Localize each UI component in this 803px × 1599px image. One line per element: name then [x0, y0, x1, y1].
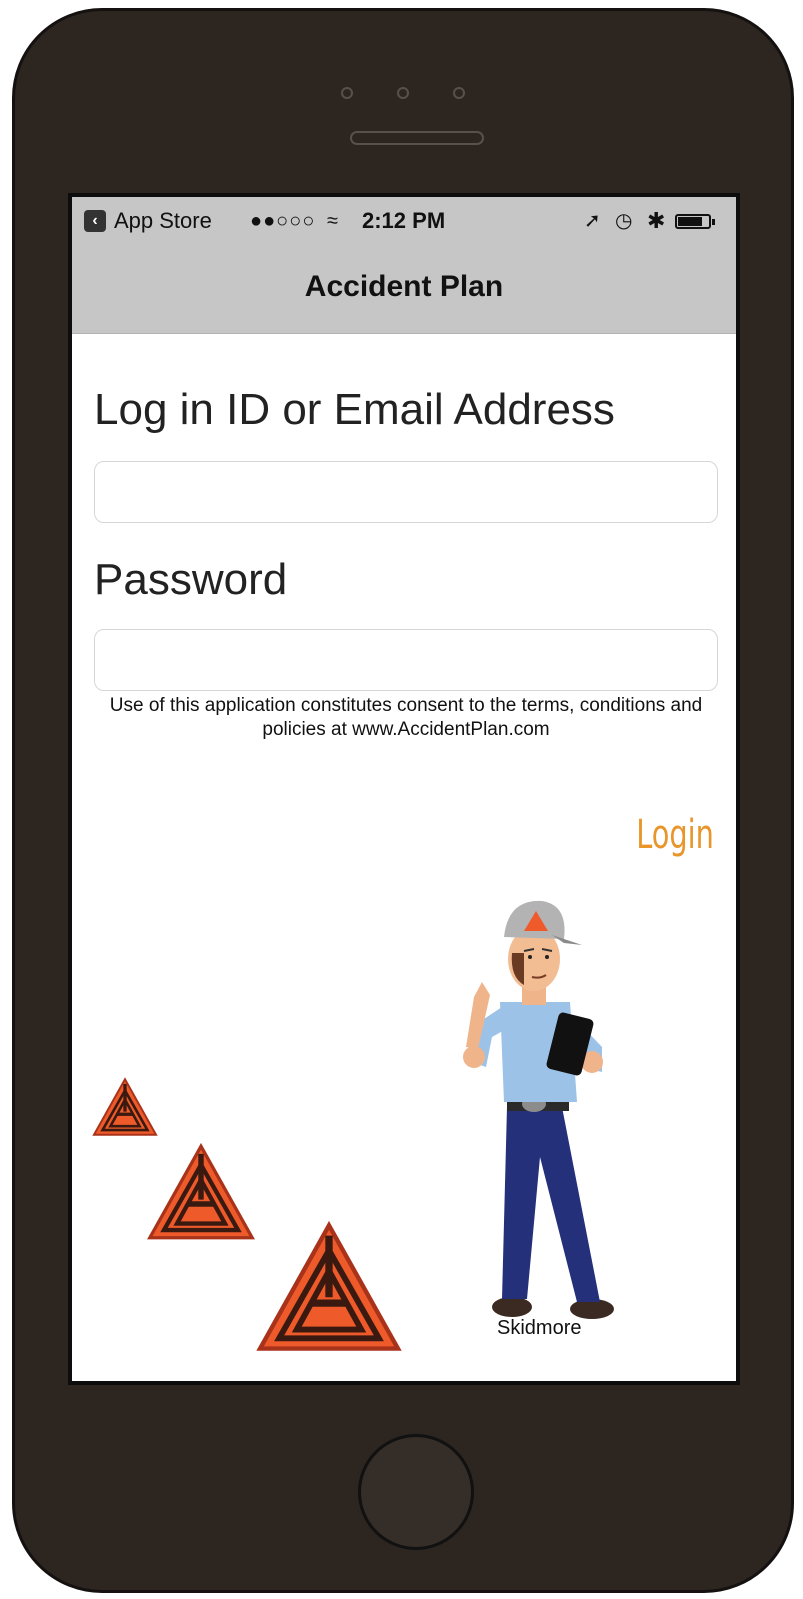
- status-time: 2:12 PM: [362, 208, 446, 233]
- login-id-label: Log in ID or Email Address: [94, 385, 615, 434]
- alarm-icon: ◷: [615, 210, 633, 232]
- password-input[interactable]: [94, 629, 718, 691]
- login-button[interactable]: Login: [636, 812, 714, 858]
- mascot-name-label: Skidmore: [497, 1317, 582, 1339]
- navigation-bar: Accident Plan: [72, 245, 736, 334]
- accident-plan-logo-icon: [256, 1221, 402, 1351]
- status-bar: ‹ App Store ●●○○○ ≈ 2:12 PM ➚ ◷ ✱: [72, 197, 736, 245]
- home-button[interactable]: [358, 1434, 474, 1550]
- mascot-boot: [492, 1297, 532, 1317]
- camera-dot: [453, 87, 465, 99]
- accident-plan-logo-icon: [147, 1143, 255, 1240]
- mascot-jeans: [502, 1107, 600, 1302]
- camera-dot: [341, 87, 353, 99]
- terms-notice: Use of this application constitutes cons…: [109, 695, 703, 740]
- back-icon[interactable]: ‹: [84, 210, 106, 232]
- carrier-label[interactable]: App Store: [114, 197, 212, 245]
- password-label: Password: [94, 555, 288, 604]
- location-icon: ➚: [584, 210, 601, 232]
- camera-dot: [397, 87, 409, 99]
- app-screen: ‹ App Store ●●○○○ ≈ 2:12 PM ➚ ◷ ✱ Accide…: [68, 193, 740, 1385]
- wifi-icon: ≈: [327, 210, 338, 232]
- speaker-grille: [350, 131, 484, 145]
- bluetooth-icon: ✱: [647, 208, 666, 233]
- mascot-illustration: [463, 900, 614, 1319]
- signal-icon: ●●○○○: [250, 210, 316, 232]
- login-id-input[interactable]: [94, 461, 718, 523]
- page-title: Accident Plan: [304, 270, 504, 303]
- accident-plan-logo-icon: [92, 1077, 158, 1136]
- battery-icon: [675, 214, 715, 229]
